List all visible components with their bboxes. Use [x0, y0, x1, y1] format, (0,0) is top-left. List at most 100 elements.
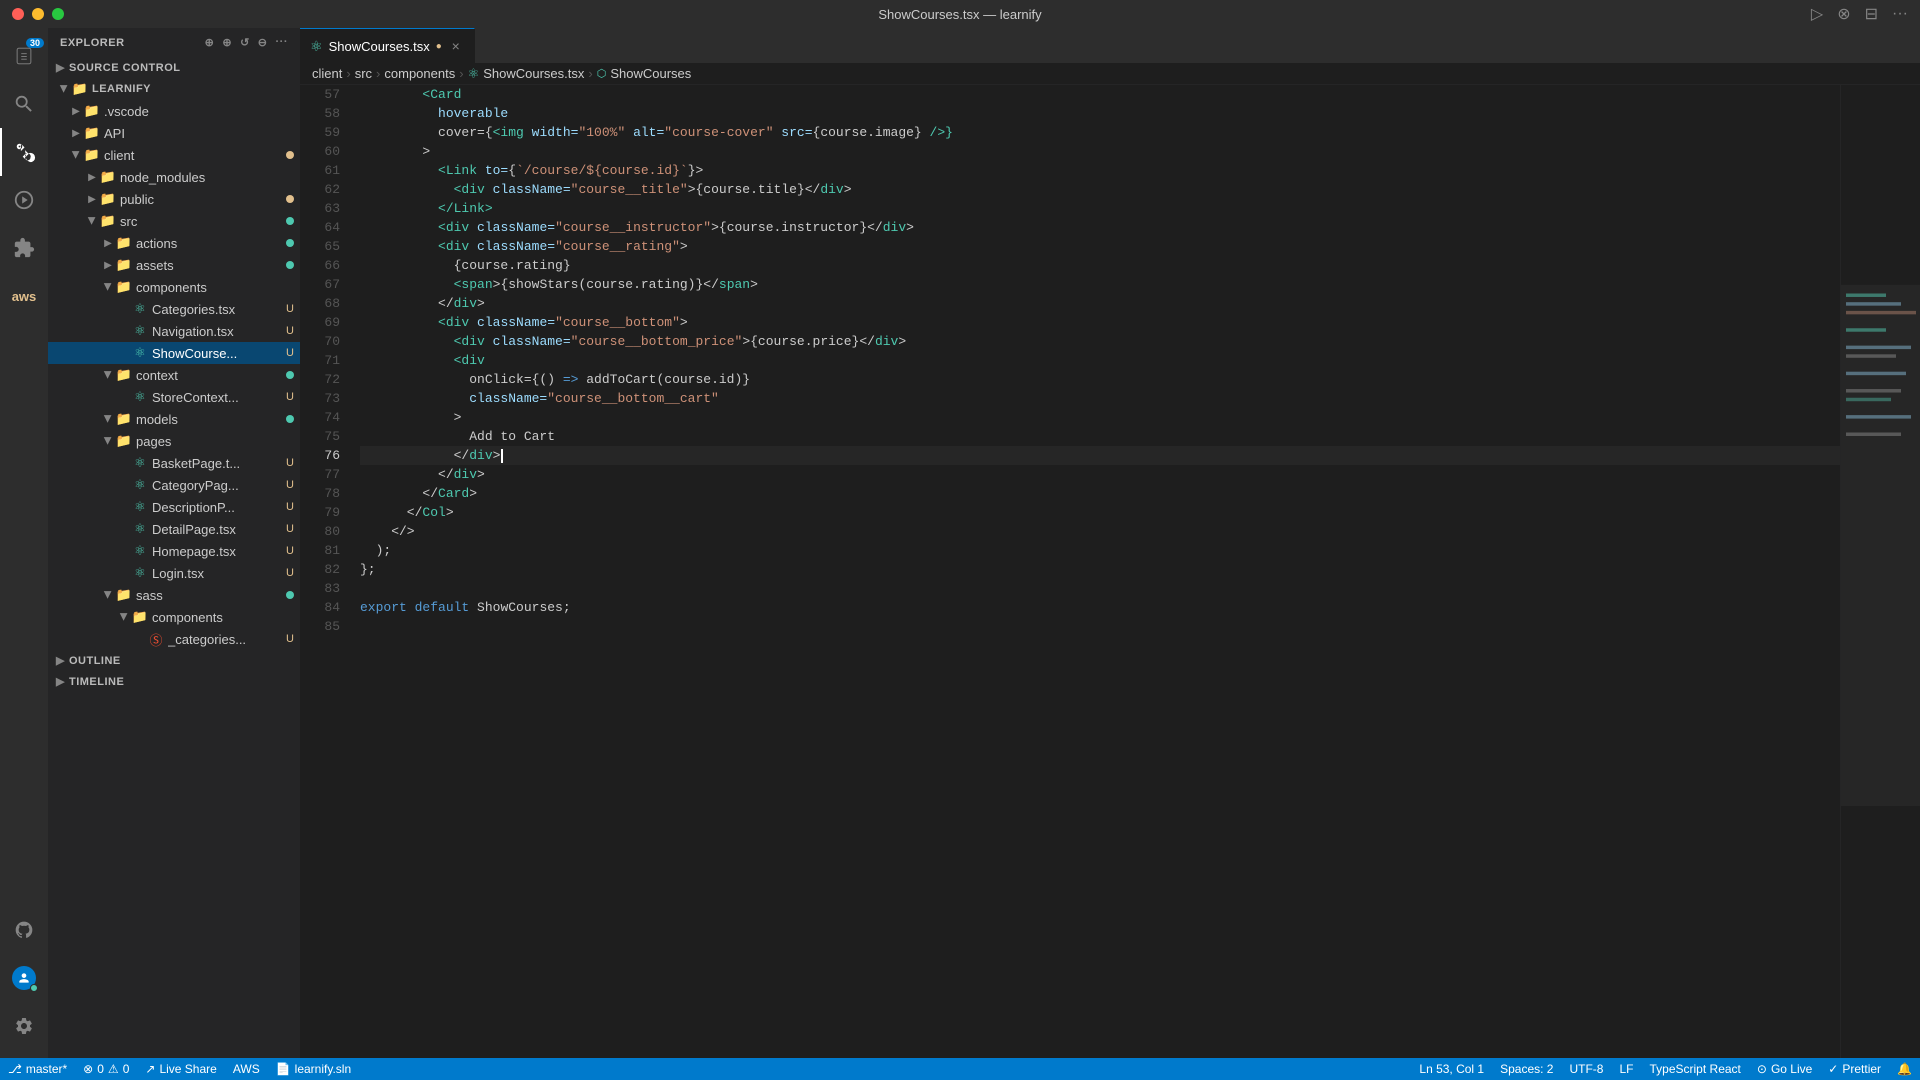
new-file-icon[interactable]: ⊕ [205, 36, 215, 49]
tree-root-learnify[interactable]: ▶ 📁 LEARNIFY [48, 78, 300, 100]
minimize-button[interactable] [32, 8, 44, 20]
tab-modified-indicator: ● [436, 41, 442, 52]
breadcrumb-client[interactable]: client [312, 66, 342, 81]
status-go-live[interactable]: ⊙ Go Live [1749, 1058, 1820, 1080]
activity-item-run[interactable] [0, 176, 48, 224]
source-control-section[interactable]: ▶ SOURCE CONTROL [48, 57, 300, 78]
status-line-ending[interactable]: LF [1611, 1058, 1641, 1080]
tree-item-storecontext[interactable]: ▶ ⚛ StoreContext... U [48, 386, 300, 408]
sidebar-header-icons: ⊕ ⊕ ↺ ⊖ ··· [205, 36, 288, 49]
status-language[interactable]: TypeScript React [1642, 1058, 1749, 1080]
tree-item-api[interactable]: ▶ 📁 API [48, 122, 300, 144]
account-badge [30, 984, 38, 992]
status-line-col[interactable]: Ln 53, Col 1 [1411, 1058, 1492, 1080]
activity-item-explorer[interactable]: 30 [0, 32, 48, 80]
tree-label-node-modules: node_modules [120, 170, 300, 185]
maximize-button[interactable] [52, 8, 64, 20]
status-prettier[interactable]: ✓ Prettier [1820, 1058, 1889, 1080]
tree-item-actions[interactable]: ▶ 📁 actions [48, 232, 300, 254]
code-token: > [360, 142, 430, 161]
tree-item-vscode[interactable]: ▶ 📁 .vscode [48, 100, 300, 122]
code-token: addToCart(course.id)} [578, 370, 750, 389]
breadcrumb-components[interactable]: components [384, 66, 455, 81]
code-editor[interactable]: 57 58 59 60 61 62 63 64 65 66 67 68 69 7… [300, 85, 1920, 1058]
tree-item-navigation-tsx[interactable]: ▶ ⚛ Navigation.tsx U [48, 320, 300, 342]
tree-item-sass[interactable]: ▶ 📁 sass [48, 584, 300, 606]
tree-item-public[interactable]: ▶ 📁 public [48, 188, 300, 210]
activity-item-settings[interactable] [0, 1002, 48, 1050]
minimap[interactable] [1840, 85, 1920, 1058]
tree-item-context[interactable]: ▶ 📁 context [48, 364, 300, 386]
breadcrumb-src[interactable]: src [355, 66, 372, 81]
go-live-label: Go Live [1771, 1062, 1812, 1076]
code-token: div [454, 465, 477, 484]
tree-item-categorypage[interactable]: ▶ ⚛ CategoryPag... U [48, 474, 300, 496]
file-tsx-icon: ⚛ [132, 345, 148, 361]
editor-area: ⚛ ShowCourses.tsx ● × client › src › com… [300, 28, 1920, 1058]
code-token: `/course/${course.id}` [516, 161, 688, 180]
close-button[interactable] [12, 8, 24, 20]
line-num-71: 71 [300, 351, 340, 370]
tree-item-basketpage[interactable]: ▶ ⚛ BasketPage.t... U [48, 452, 300, 474]
status-encoding[interactable]: UTF-8 [1561, 1058, 1611, 1080]
more-icon[interactable]: ··· [276, 36, 289, 49]
tree-item-pages[interactable]: ▶ 📁 pages [48, 430, 300, 452]
more-actions-icon[interactable]: ··· [1892, 5, 1908, 23]
line-num-63: 63 [300, 199, 340, 218]
activity-item-aws[interactable]: aws [0, 272, 48, 320]
tree-item-node-modules[interactable]: ▶ 📁 node_modules [48, 166, 300, 188]
broadcast-icon[interactable]: ⊗ [1837, 4, 1850, 24]
line-num-72: 72 [300, 370, 340, 389]
status-live-share[interactable]: ↗ Live Share [137, 1058, 224, 1080]
code-token: className= [469, 237, 555, 256]
tree-item-components[interactable]: ▶ 📁 components [48, 276, 300, 298]
breadcrumb-file[interactable]: ShowCourses.tsx [483, 66, 584, 81]
tree-item-detailpage[interactable]: ▶ ⚛ DetailPage.tsx U [48, 518, 300, 540]
status-aws[interactable]: AWS [225, 1058, 268, 1080]
tree-item-models[interactable]: ▶ 📁 models [48, 408, 300, 430]
code-content[interactable]: <Card hoverable cover={<img width="100%"… [350, 85, 1840, 1058]
code-token: > [898, 332, 906, 351]
tree-item-client[interactable]: ▶ 📁 client [48, 144, 300, 166]
timeline-section[interactable]: ▶ TIMELINE [48, 671, 300, 692]
split-editor-icon[interactable]: ⊟ [1865, 4, 1878, 24]
expand-icon: ▶ [84, 191, 100, 207]
status-spaces[interactable]: Spaces: 2 [1492, 1058, 1561, 1080]
activity-item-source-control[interactable] [0, 128, 48, 176]
status-branch[interactable]: ⎇ master* [0, 1058, 75, 1080]
folder-src-icon: 📁 [100, 213, 116, 229]
file-tsx-icon: ⚛ [132, 543, 148, 559]
line-numbers: 57 58 59 60 61 62 63 64 65 66 67 68 69 7… [300, 85, 350, 1058]
tree-item-descriptionpage[interactable]: ▶ ⚛ DescriptionP... U [48, 496, 300, 518]
tree-item-categories-tsx[interactable]: ▶ ⚛ Categories.tsx U [48, 298, 300, 320]
tab-showcourses[interactable]: ⚛ ShowCourses.tsx ● × [300, 28, 475, 63]
breadcrumb-symbol[interactable]: ShowCourses [610, 66, 691, 81]
tree-item-src[interactable]: ▶ 📁 src [48, 210, 300, 232]
code-token: "course__bottom" [555, 313, 680, 332]
line-num-85: 85 [300, 617, 340, 636]
activity-item-search[interactable] [0, 80, 48, 128]
tree-item-homepage[interactable]: ▶ ⚛ Homepage.tsx U [48, 540, 300, 562]
status-solution[interactable]: 📄 learnify.sln [268, 1058, 359, 1080]
line-num-59: 59 [300, 123, 340, 142]
code-line-59: cover={<img width="100%" alt="course-cov… [360, 123, 1840, 142]
activity-item-account[interactable] [0, 954, 48, 1002]
tree-item-assets[interactable]: ▶ 📁 assets [48, 254, 300, 276]
tree-item-showcourses-tsx[interactable]: ▶ ⚛ ShowCourse... U [48, 342, 300, 364]
tree-item-categories-scss[interactable]: ▶ Ⓢ _categories... U [48, 628, 300, 650]
tab-close-button[interactable]: × [448, 38, 464, 54]
refresh-icon[interactable]: ↺ [240, 36, 250, 49]
code-token: div [875, 332, 898, 351]
line-num-65: 65 [300, 237, 340, 256]
activity-item-extensions[interactable] [0, 224, 48, 272]
activity-item-github[interactable] [0, 906, 48, 954]
status-errors[interactable]: ⊗ 0 ⚠ 0 [75, 1058, 137, 1080]
status-notification[interactable]: 🔔 [1889, 1058, 1920, 1080]
tree-item-sass-components[interactable]: ▶ 📁 components [48, 606, 300, 628]
new-folder-icon[interactable]: ⊕ [222, 36, 232, 49]
file-badge-u: U [286, 391, 294, 403]
tree-item-login[interactable]: ▶ ⚛ Login.tsx U [48, 562, 300, 584]
collapse-all-icon[interactable]: ⊖ [258, 36, 268, 49]
run-icon[interactable]: ▷ [1811, 4, 1823, 24]
outline-section[interactable]: ▶ OUTLINE [48, 650, 300, 671]
